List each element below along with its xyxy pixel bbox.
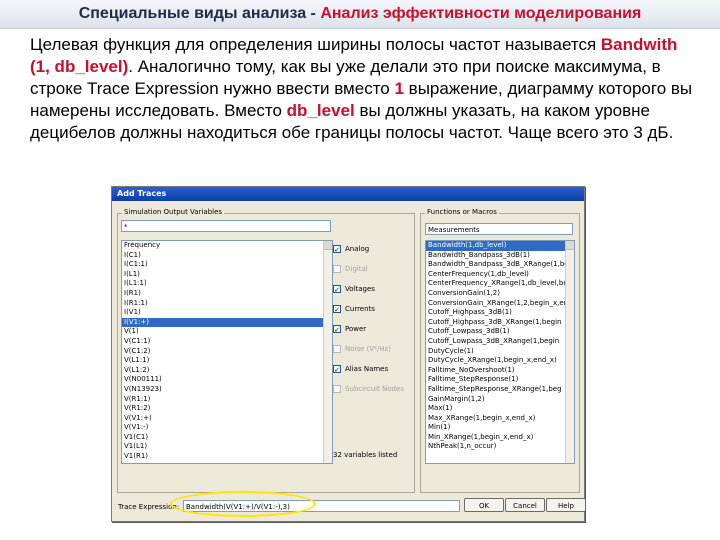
checkbox-label: Subcircuit Nodes bbox=[345, 385, 404, 393]
variable-list-item[interactable]: V1(L1) bbox=[122, 442, 332, 452]
checkbox-label: Analog bbox=[345, 245, 370, 253]
function-list-item[interactable]: ConversionGain_XRange(1,2,begin_x,end bbox=[426, 299, 574, 309]
variable-list-item[interactable]: V(V1:+) bbox=[122, 414, 332, 424]
db-level-term: db_level bbox=[286, 101, 355, 120]
variable-list-item[interactable]: I(R1) bbox=[122, 289, 332, 299]
functions-scrollbar[interactable] bbox=[565, 241, 574, 463]
variable-list-item[interactable]: V(C1:2) bbox=[122, 347, 332, 357]
variable-list-item[interactable]: V(N13923) bbox=[122, 385, 332, 395]
function-list-item[interactable]: NthPeak(1,n_occur) bbox=[426, 442, 574, 452]
variable-list-item[interactable]: I(V1) bbox=[122, 308, 332, 318]
function-list-item[interactable]: Bandwidth_Bandpass_3dB_XRange(1,beg bbox=[426, 260, 574, 270]
dialog-title-bar: Add Traces bbox=[112, 187, 584, 201]
function-list-item[interactable]: Falltime_StepResponse_XRange(1,beg bbox=[426, 385, 574, 395]
functions-label: Functions or Macros bbox=[425, 208, 499, 216]
title-sub-text: Анализ эффективности моделирования bbox=[320, 5, 642, 22]
function-list-item[interactable]: Min(1) bbox=[426, 423, 574, 433]
help-button[interactable]: Help bbox=[546, 498, 586, 512]
variable-list-item[interactable]: I(V1:+) bbox=[122, 317, 332, 328]
description-paragraph: Целевая функция для определения ширины п… bbox=[30, 34, 695, 144]
function-list-item[interactable]: Cutoff_Lowpass_3dB_XRange(1,begin bbox=[426, 337, 574, 347]
filter-checkbox-row[interactable]: ✓ Currents bbox=[333, 299, 413, 319]
variable-list-item[interactable]: V(1) bbox=[122, 327, 332, 337]
function-list-item[interactable]: Cutoff_Highpass_3dB_XRange(1,begin bbox=[426, 318, 574, 328]
function-list-item[interactable]: CenterFrequency_XRange(1,db_level,beg bbox=[426, 279, 574, 289]
function-list-item[interactable]: Cutoff_Lowpass_3dB(1) bbox=[426, 327, 574, 337]
checkbox-icon[interactable]: ✓ bbox=[333, 245, 341, 254]
function-list-item[interactable]: DutyCycle_XRange(1,begin_x,end_x) bbox=[426, 356, 574, 366]
function-list-item[interactable]: Max(1) bbox=[426, 404, 574, 414]
function-list-item[interactable]: Falltime_StepResponse(1) bbox=[426, 375, 574, 385]
output-variables-label: Simulation Output Variables bbox=[122, 208, 225, 216]
para-part-1: Целевая функция для определения ширины п… bbox=[30, 35, 601, 54]
function-list-item[interactable]: DutyCycle(1) bbox=[426, 347, 574, 357]
placeholder-one: 1 bbox=[394, 79, 404, 98]
checkbox-label: Voltages bbox=[345, 285, 375, 293]
variables-scrollbar[interactable] bbox=[323, 241, 332, 463]
function-list-item[interactable]: Falltime_NoOvershoot(1) bbox=[426, 366, 574, 376]
variable-list-item[interactable]: V(L1:1) bbox=[122, 356, 332, 366]
functions-listbox[interactable]: Bandwidth(1,db_level) Bandwidth_Bandpass_… bbox=[425, 240, 575, 464]
variable-list-item[interactable]: V(L1:2) bbox=[122, 366, 332, 376]
variable-list-item[interactable]: V(R1:1) bbox=[122, 395, 332, 405]
add-traces-dialog: Add Traces Simulation Output Variables *… bbox=[111, 186, 586, 522]
variable-list-item[interactable]: V(N00111) bbox=[122, 375, 332, 385]
variable-list-item[interactable]: I(L1) bbox=[122, 270, 332, 280]
checkbox-icon[interactable]: ✓ bbox=[333, 325, 341, 334]
function-list-item[interactable]: Max_XRange(1,begin_x,end_x) bbox=[426, 414, 574, 424]
function-list-item[interactable]: Cutoff_Highpass_3dB(1) bbox=[426, 308, 574, 318]
checkbox-icon[interactable]: ✓ bbox=[333, 365, 341, 374]
variable-list-item[interactable]: I(C1) bbox=[122, 251, 332, 261]
trace-expression-highlight bbox=[170, 491, 316, 517]
title-main-text: Специальные виды анализа bbox=[78, 5, 307, 22]
variable-list-item[interactable]: V1(R1) bbox=[122, 452, 332, 462]
function-list-item[interactable]: GainMargin(1,2) bbox=[426, 395, 574, 405]
filter-checkbox-row: Digital bbox=[333, 259, 413, 279]
variable-list-item[interactable]: I(C1:1) bbox=[122, 260, 332, 270]
checkbox-icon bbox=[333, 345, 341, 353]
checkbox-icon[interactable]: ✓ bbox=[333, 305, 341, 314]
variables-count: 32 variables listed bbox=[333, 451, 398, 459]
title-separator: - bbox=[306, 5, 321, 22]
variable-list-item[interactable]: V(V1:-) bbox=[122, 423, 332, 433]
filter-checkbox-row[interactable]: ✓ Alias Names bbox=[333, 359, 413, 379]
filter-checkbox-row: Subcircuit Nodes bbox=[333, 379, 413, 399]
filter-checkbox-row[interactable]: ✓ Analog bbox=[333, 239, 413, 259]
filter-checkbox-row: Noise (V²/Hz) bbox=[333, 339, 413, 359]
function-list-item[interactable]: Bandwidth_Bandpass_3dB(1) bbox=[426, 251, 574, 261]
variable-list-item[interactable]: I(R1:1) bbox=[122, 299, 332, 309]
variable-filter-checkboxes: ✓ Analog Digital ✓ Voltages ✓ Currents ✓ Power No… bbox=[333, 239, 413, 399]
checkbox-icon bbox=[333, 265, 341, 273]
function-category-select[interactable]: Measurements bbox=[425, 223, 573, 235]
variable-list-item[interactable]: V(C1:1) bbox=[122, 337, 332, 347]
slide-title: Специальные виды анализа - Анализ эффект… bbox=[0, 0, 720, 29]
variable-list-item[interactable]: V(R1:2) bbox=[122, 404, 332, 414]
checkbox-label: Alias Names bbox=[345, 365, 389, 373]
checkbox-icon bbox=[333, 385, 341, 393]
checkbox-label: Digital bbox=[345, 265, 368, 273]
filter-checkbox-row[interactable]: ✓ Voltages bbox=[333, 279, 413, 299]
function-list-item[interactable]: Min_XRange(1,begin_x,end_x) bbox=[426, 433, 574, 443]
variable-list-item[interactable]: Frequency bbox=[122, 241, 332, 251]
checkbox-label: Power bbox=[345, 325, 367, 333]
cancel-button[interactable]: Cancel bbox=[505, 498, 545, 512]
function-list-item[interactable]: CenterFrequency(1,db_level) bbox=[426, 270, 574, 280]
ok-button[interactable]: OK bbox=[464, 498, 504, 512]
variable-list-item[interactable]: I(L1:1) bbox=[122, 279, 332, 289]
function-list-item[interactable]: ConversionGain(1,2) bbox=[426, 289, 574, 299]
checkbox-icon[interactable]: ✓ bbox=[333, 285, 341, 294]
variable-filter-input[interactable]: * bbox=[121, 220, 331, 232]
function-list-item[interactable]: Bandwidth(1,db_level) bbox=[426, 241, 574, 251]
variables-listbox[interactable]: Frequency I(C1) I(C1:1) I(L1) I(L1:1) I(R1) I(… bbox=[121, 240, 333, 464]
checkbox-label: Currents bbox=[345, 305, 375, 313]
filter-checkbox-row[interactable]: ✓ Power bbox=[333, 319, 413, 339]
variable-list-item[interactable]: V1(C1) bbox=[122, 433, 332, 443]
checkbox-label: Noise (V²/Hz) bbox=[345, 345, 391, 353]
